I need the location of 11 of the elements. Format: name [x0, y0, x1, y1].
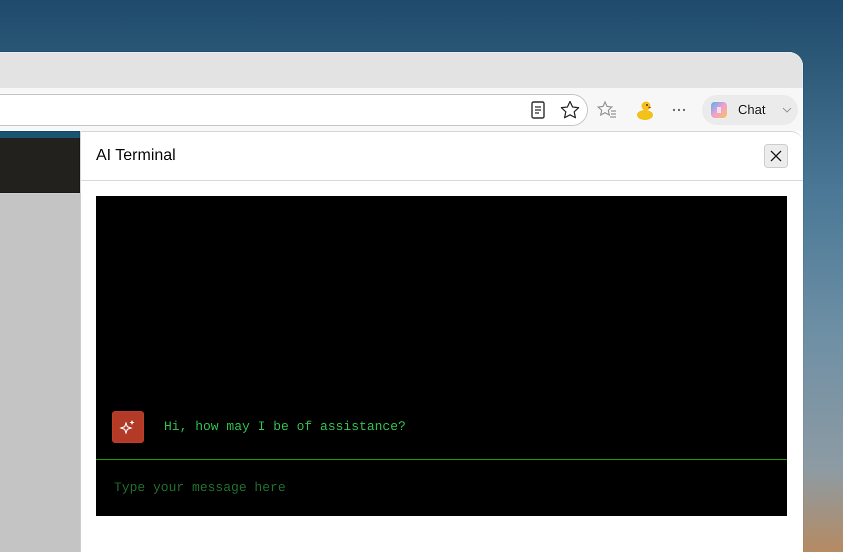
sparkle-avatar-icon — [112, 411, 144, 443]
favorites-icon[interactable] — [596, 98, 618, 120]
chevron-icon — [782, 106, 792, 112]
chat-button[interactable]: Chat — [702, 94, 798, 124]
star-icon[interactable] — [559, 98, 581, 120]
close-button[interactable] — [764, 144, 788, 168]
message-input[interactable]: Type your message here — [112, 477, 771, 499]
panel-title: AI Terminal — [96, 146, 176, 166]
close-icon — [770, 150, 782, 162]
assistant-message: Hi, how may I be of assistance? — [164, 418, 406, 436]
more-icon[interactable] — [672, 108, 686, 112]
